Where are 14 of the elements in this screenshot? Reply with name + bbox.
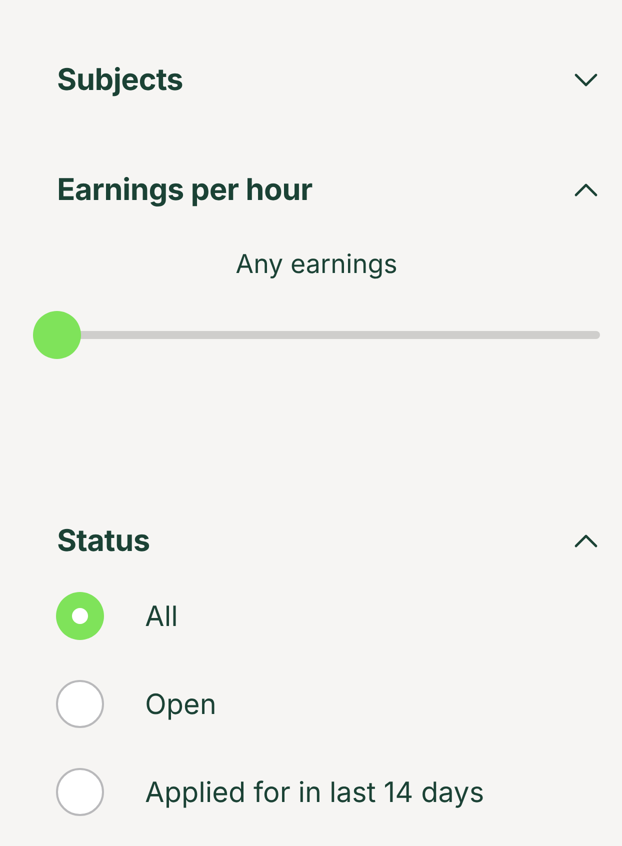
radio-label[interactable]: Applied for in last 14 days	[145, 775, 484, 809]
chevron-up-icon[interactable]	[574, 534, 598, 548]
slider-thumb[interactable]	[33, 311, 81, 359]
section-heading: Earnings per hour	[57, 172, 312, 208]
slider-value-label: Any earnings	[234, 248, 398, 282]
chevron-down-icon[interactable]	[574, 73, 598, 87]
section-heading: Status	[57, 523, 150, 559]
radio-label[interactable]: All	[145, 599, 178, 633]
radio-button[interactable]	[56, 680, 104, 728]
radio-button[interactable]	[56, 768, 104, 816]
radio-label[interactable]: Open	[145, 687, 216, 721]
section-heading: Subjects	[57, 62, 184, 98]
chevron-up-icon[interactable]	[574, 183, 598, 197]
radio-button[interactable]	[56, 592, 104, 640]
